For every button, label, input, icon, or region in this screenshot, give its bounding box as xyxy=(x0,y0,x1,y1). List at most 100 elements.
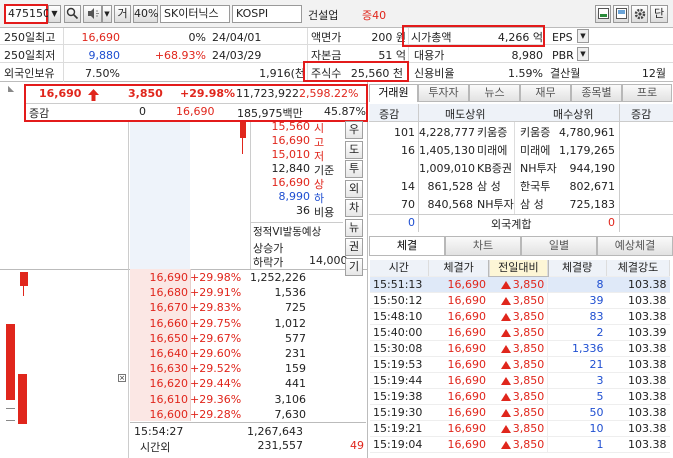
stock-name-field[interactable]: SK이터닉스 xyxy=(160,5,230,23)
gear-icon[interactable] xyxy=(631,5,648,23)
broker-buy-name[interactable]: 미래에 xyxy=(520,143,550,159)
bid-price[interactable]: 16,610 xyxy=(132,392,189,408)
collapse-marker[interactable]: ◣ xyxy=(8,84,24,100)
trade-diff-value: 3,850 xyxy=(512,405,545,419)
speaker-icon[interactable] xyxy=(83,5,102,23)
minimize-icon[interactable] xyxy=(595,5,611,23)
broker-sell-qty: 4,228,777 xyxy=(419,126,475,139)
price-summary-box: 16,690 3,850 +29.98% 11,723,922 2,598.22… xyxy=(24,84,368,122)
bid-price[interactable]: 16,680 xyxy=(132,285,189,301)
summary-value: 36 xyxy=(296,204,310,217)
trade-price: 16,690 xyxy=(428,388,489,405)
trade-tab-차트[interactable]: 차트 xyxy=(445,236,521,256)
trade-qty: 21 xyxy=(547,356,607,373)
single-button[interactable]: 단 xyxy=(650,5,668,23)
high-250-label: 250일최고 xyxy=(4,31,56,44)
bid-qty: 441 xyxy=(285,377,306,391)
speaker-dropdown-button[interactable]: ▼ xyxy=(102,5,112,23)
broker-sell-name[interactable]: 키움증 xyxy=(477,125,507,141)
bid-qty: 725 xyxy=(285,301,306,315)
broker-buy-name[interactable]: 한국투 xyxy=(520,179,550,195)
trade-row[interactable]: 15:50:12 16,690 3,850 39 103.38 xyxy=(370,292,670,309)
face-value-label: 액면가 xyxy=(311,31,342,44)
trade-qty: 39 xyxy=(547,292,607,309)
side-button-외[interactable]: 외 xyxy=(345,179,363,198)
broker-buy-name[interactable]: 삼 성 xyxy=(520,197,544,213)
tab-프로[interactable]: 프로 xyxy=(622,84,672,102)
trade-diff: 3,850 xyxy=(489,404,548,421)
trade-row[interactable]: 15:48:10 16,690 3,850 83 103.38 xyxy=(370,308,670,325)
bid-price[interactable]: 16,640 xyxy=(132,346,189,362)
tab-뉴스[interactable]: 뉴스 xyxy=(469,84,520,102)
broker-header-buy: 매수상위 xyxy=(553,108,594,121)
trade-header-4: 체결강도 xyxy=(606,260,670,277)
bid-rate: +29.83% xyxy=(190,301,242,315)
trade-row[interactable]: 15:19:53 16,690 3,850 21 103.38 xyxy=(370,356,670,373)
trade-diff-value: 3,850 xyxy=(512,357,545,371)
search-icon[interactable] xyxy=(64,5,81,23)
trades-table: 시간 체결가 전일대비 체결량 체결강도 15:51:13 16,690 3,850 8 103… xyxy=(370,260,670,453)
trade-tab-체결[interactable]: 체결 xyxy=(369,236,445,256)
side-button-뉴[interactable]: 뉴 xyxy=(345,218,363,237)
trade-time: 15:19:30 xyxy=(370,404,429,421)
broker-sell-qty: 1,009,010 xyxy=(419,162,475,175)
geo-button[interactable]: 거 xyxy=(114,5,131,23)
trade-row[interactable]: 15:19:30 16,690 3,850 50 103.38 xyxy=(370,404,670,421)
bid-price[interactable]: 16,630 xyxy=(132,361,189,377)
price-change-rate: +29.98% xyxy=(180,87,236,100)
code-dropdown-button[interactable]: ▼ xyxy=(48,5,61,23)
side-button-우[interactable]: 우 xyxy=(345,121,363,139)
trade-row[interactable]: 15:30:08 16,690 3,850 1,336 103.38 xyxy=(370,340,670,357)
broker-buy-name[interactable]: NH투자 xyxy=(520,161,557,177)
side-button-기[interactable]: 기 xyxy=(345,257,363,276)
trade-time: 15:19:04 xyxy=(370,436,429,453)
side-button-차[interactable]: 차 xyxy=(345,199,363,217)
eps-dropdown[interactable]: ▼ xyxy=(577,29,589,43)
pbr-dropdown[interactable]: ▼ xyxy=(577,47,589,61)
trade-row[interactable]: 15:40:00 16,690 3,850 2 103.39 xyxy=(370,324,670,341)
side-button-도[interactable]: 도 xyxy=(345,140,363,159)
trade-tab-일별[interactable]: 일별 xyxy=(521,236,597,256)
market-cap-value: 4,266 억 xyxy=(497,31,543,44)
trade-tab-예상체결[interactable]: 예상체결 xyxy=(597,236,673,256)
trade-time: 15:30:08 xyxy=(370,340,429,357)
trade-row[interactable]: 15:19:04 16,690 3,850 1 103.38 xyxy=(370,436,670,453)
bid-price[interactable]: 16,600 xyxy=(132,407,189,423)
bid-price[interactable]: 16,690 xyxy=(132,270,189,286)
broker-sell-name[interactable]: 미래에 xyxy=(477,143,507,159)
side-button-투[interactable]: 투 xyxy=(345,160,363,178)
tab-종목별[interactable]: 종목별 xyxy=(571,84,622,102)
trade-row[interactable]: 15:19:38 16,690 3,850 5 103.38 xyxy=(370,388,670,405)
up-arrow-icon xyxy=(500,280,511,289)
bid-price[interactable]: 16,670 xyxy=(132,300,189,316)
trade-row[interactable]: 15:19:44 16,690 3,850 3 103.38 xyxy=(370,372,670,389)
close-icon[interactable]: × xyxy=(118,374,126,382)
trade-row[interactable]: 15:51:13 16,690 3,850 8 103.38 xyxy=(370,276,670,293)
volume: 11,723,922 xyxy=(236,87,299,100)
high-250-value: 16,690 xyxy=(81,31,121,44)
bid-price[interactable]: 16,660 xyxy=(132,316,189,332)
broker-sell-name[interactable]: 삼 성 xyxy=(477,179,501,195)
footer-after-value: 49 xyxy=(350,439,364,452)
tab-재무[interactable]: 재무 xyxy=(520,84,571,102)
tab-투자자[interactable]: 투자자 xyxy=(418,84,469,102)
trade-header-0: 시간 xyxy=(370,260,429,277)
broker-sell-name[interactable]: NH투자 xyxy=(477,197,514,213)
trade-qty: 50 xyxy=(547,404,607,421)
market-field: KOSPI xyxy=(232,5,302,23)
tab-거래원[interactable]: 거래원 xyxy=(369,84,418,102)
percent-button[interactable]: 40% xyxy=(133,5,158,23)
broker-sell-name[interactable]: KB증권 xyxy=(477,161,512,177)
broker-buy-name[interactable]: 키움증 xyxy=(520,125,550,141)
trade-header-2: 전일대비 xyxy=(488,260,549,277)
broker-buy-qty: 802,671 xyxy=(569,180,616,193)
trade-row[interactable]: 15:19:21 16,690 3,850 10 103.38 xyxy=(370,420,670,437)
bid-price[interactable]: 16,650 xyxy=(132,331,189,347)
bid-price[interactable]: 16,620 xyxy=(132,376,189,392)
market-cap-label: 시가총액 xyxy=(411,31,452,44)
broker-change: 70 xyxy=(401,198,415,211)
stock-code-input[interactable]: 475150 xyxy=(4,4,50,24)
trade-time: 15:19:21 xyxy=(370,420,429,437)
window-icon[interactable] xyxy=(613,5,629,23)
side-button-권[interactable]: 권 xyxy=(345,238,363,256)
